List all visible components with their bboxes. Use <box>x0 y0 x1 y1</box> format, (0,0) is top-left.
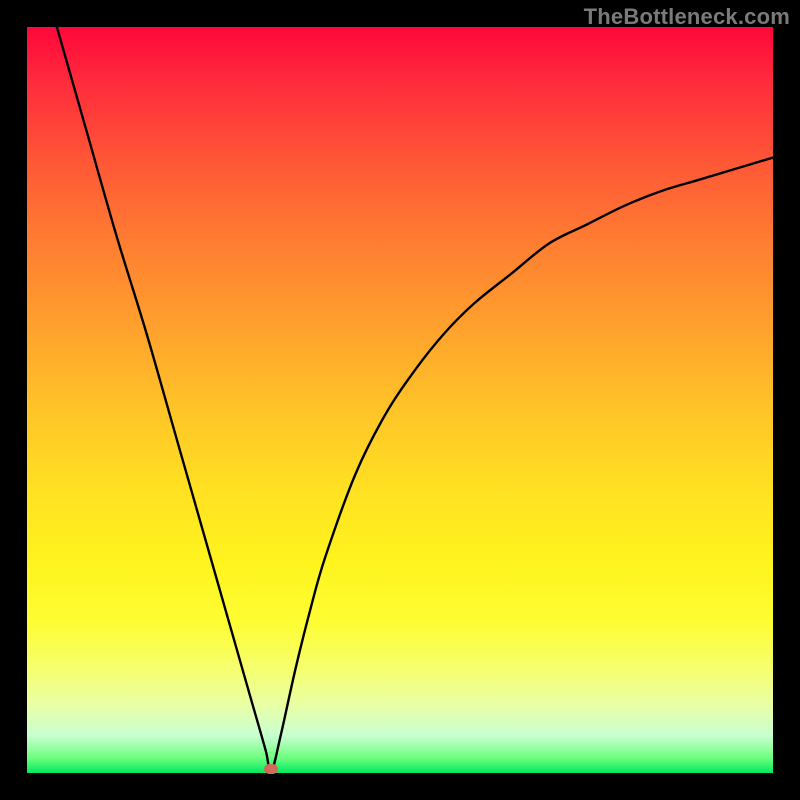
curve-path <box>57 27 773 773</box>
chart-plot-area <box>27 27 773 773</box>
bottleneck-curve <box>27 27 773 773</box>
optimal-point-marker <box>264 764 278 774</box>
